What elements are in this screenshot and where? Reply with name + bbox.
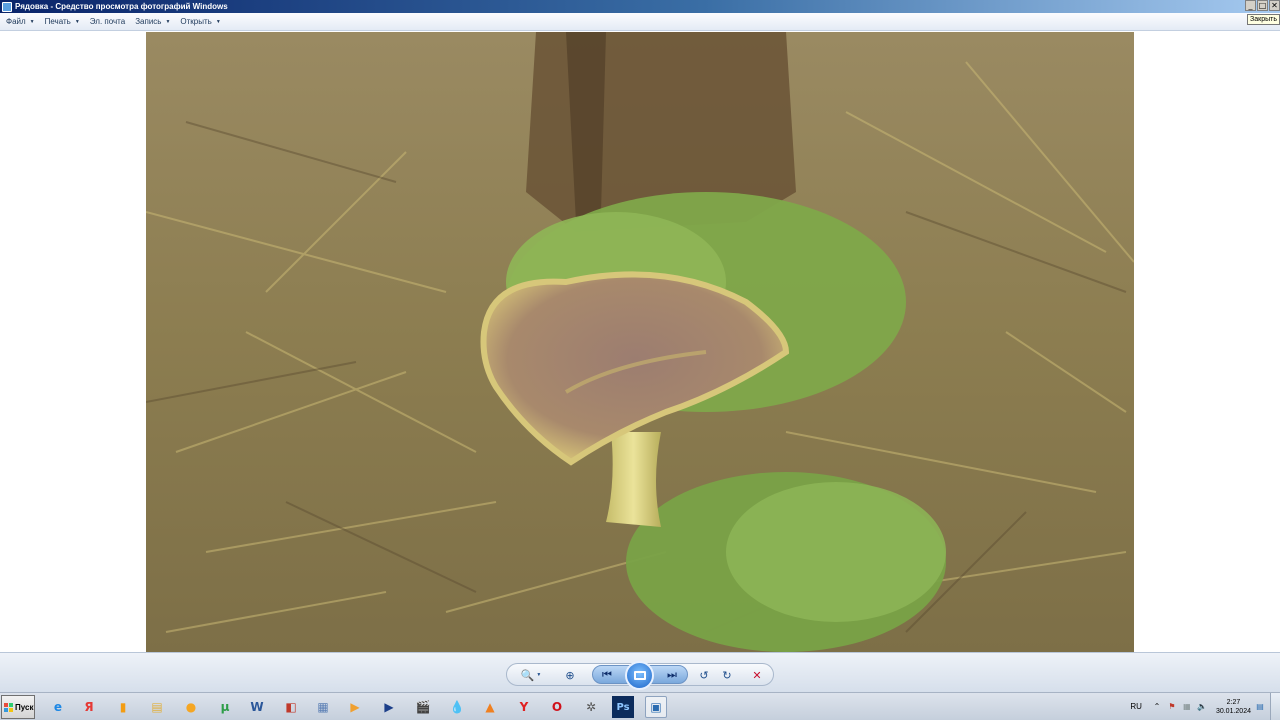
windows-flag-icon xyxy=(4,702,13,712)
yandex-icon[interactable]: Я xyxy=(78,696,100,718)
viewer-control-bar: 🔍 ▼ ⊕ ⏮ ⏭ ↺ ↻ ✕ xyxy=(0,652,1280,692)
play-icon[interactable]: ▶ xyxy=(378,696,400,718)
delete-icon: ✕ xyxy=(752,669,762,682)
drop-icon[interactable]: 💧 xyxy=(446,696,468,718)
action-center-icon[interactable]: ⚑ xyxy=(1167,702,1177,712)
actual-size-button[interactable]: ⊕ xyxy=(560,665,580,685)
torrent-icon[interactable]: μ xyxy=(214,696,236,718)
delete-button[interactable]: ✕ xyxy=(747,665,767,685)
previous-icon: ⏮ xyxy=(602,668,612,681)
chevron-down-icon: ▼ xyxy=(536,672,542,678)
rotate-ccw-icon: ↺ xyxy=(699,669,709,682)
menu-email-label: Эл. почта xyxy=(89,17,126,26)
chevron-down-icon: ▼ xyxy=(29,18,35,25)
taskbar: Пуск e Я ▮ ▤ ● μ W ◧ ▦ ▶ ▶ 🎬 💧 ▲ Y O ✲ Ps ▣ RU ⌃ ⚑ ▦ 🔈 2:2… xyxy=(0,692,1280,720)
menu-open[interactable]: Открыть ▼ xyxy=(180,17,220,26)
clock[interactable]: 2:27 30.01.2024 xyxy=(1216,698,1251,716)
rotate-ccw-button[interactable]: ↺ xyxy=(694,665,714,685)
show-desktop-button[interactable] xyxy=(1270,693,1280,720)
close-button[interactable]: ✕ xyxy=(1269,0,1280,11)
menu-print[interactable]: Печать ▼ xyxy=(45,17,80,26)
word-icon[interactable]: W xyxy=(246,696,268,718)
start-label: Пуск xyxy=(15,702,34,712)
photo-illustration xyxy=(146,32,1134,652)
clock-date: 30.01.2024 xyxy=(1215,707,1251,715)
photo-viewer-icon[interactable]: ▣ xyxy=(645,696,667,718)
start-button[interactable]: Пуск xyxy=(1,695,35,719)
notification-icon[interactable]: ▤ xyxy=(1255,702,1265,712)
window-title: Рядовка - Средство просмотра фотографий … xyxy=(15,2,228,11)
window-controls: _ □ ✕ xyxy=(1245,0,1280,12)
volume-icon[interactable]: 🔈 xyxy=(1197,702,1207,712)
network-icon[interactable]: ▦ xyxy=(1182,702,1192,712)
explorer-icon[interactable]: ▤ xyxy=(146,696,168,718)
film-icon[interactable]: 🎬 xyxy=(412,696,434,718)
chevron-down-icon: ▼ xyxy=(74,18,80,25)
menu-burn[interactable]: Запись ▼ xyxy=(135,17,170,26)
chevron-down-icon: ▼ xyxy=(165,18,171,25)
photo-viewer-app-icon xyxy=(2,1,12,12)
rotate-cw-button[interactable]: ↻ xyxy=(717,665,737,685)
close-tooltip: Закрыть xyxy=(1247,14,1280,25)
show-hidden-icons-icon[interactable]: ⌃ xyxy=(1152,702,1162,712)
slideshow-button[interactable] xyxy=(625,661,654,690)
archive-icon[interactable]: ◧ xyxy=(280,696,302,718)
menu-print-label: Печать xyxy=(44,17,71,26)
menu-burn-label: Запись xyxy=(135,17,162,26)
rotate-cw-icon: ↻ xyxy=(722,669,732,682)
title-bar: Рядовка - Средство просмотра фотографий … xyxy=(0,0,1280,13)
clock-time: 2:27 xyxy=(1226,698,1241,706)
chevron-down-icon: ▼ xyxy=(215,18,221,25)
menu-file[interactable]: Файл ▼ xyxy=(6,17,35,26)
zoom-icon: 🔍 xyxy=(520,669,535,682)
document-icon[interactable]: ▦ xyxy=(312,696,334,718)
slideshow-icon xyxy=(633,671,646,680)
fit-icon: ⊕ xyxy=(565,669,575,682)
files-icon[interactable]: ▮ xyxy=(112,696,134,718)
opera-icon[interactable]: O xyxy=(546,696,568,718)
yandex-browser-icon[interactable]: Y xyxy=(513,696,535,718)
next-button[interactable]: ⏭ xyxy=(662,665,682,685)
zoom-button[interactable]: 🔍 ▼ xyxy=(520,665,542,685)
language-indicator[interactable]: RU xyxy=(1130,702,1142,711)
menu-bar: Файл ▼ Печать ▼ Эл. почта Запись ▼ Откры… xyxy=(0,13,1280,31)
reel-icon[interactable]: ✲ xyxy=(580,696,602,718)
maximize-button[interactable]: □ xyxy=(1257,0,1268,11)
menu-open-label: Открыть xyxy=(180,17,212,26)
aimp-icon[interactable]: ▲ xyxy=(479,696,501,718)
system-tray: RU ⌃ ⚑ ▦ 🔈 2:27 30.01.2024 ▤ xyxy=(1130,693,1280,720)
next-icon: ⏭ xyxy=(667,668,677,681)
photoshop-icon[interactable]: Ps xyxy=(612,696,634,718)
previous-button[interactable]: ⏮ xyxy=(597,665,617,685)
menu-file-label: Файл xyxy=(6,17,26,26)
video-player-icon[interactable]: ▶ xyxy=(344,696,366,718)
photo-viewing-area xyxy=(0,31,1280,652)
internet-explorer-icon[interactable]: e xyxy=(47,696,69,718)
menu-email[interactable]: Эл. почта xyxy=(90,17,125,26)
media-icon[interactable]: ● xyxy=(180,696,202,718)
minimize-button[interactable]: _ xyxy=(1245,0,1256,11)
mushroom-photo[interactable] xyxy=(146,32,1134,652)
